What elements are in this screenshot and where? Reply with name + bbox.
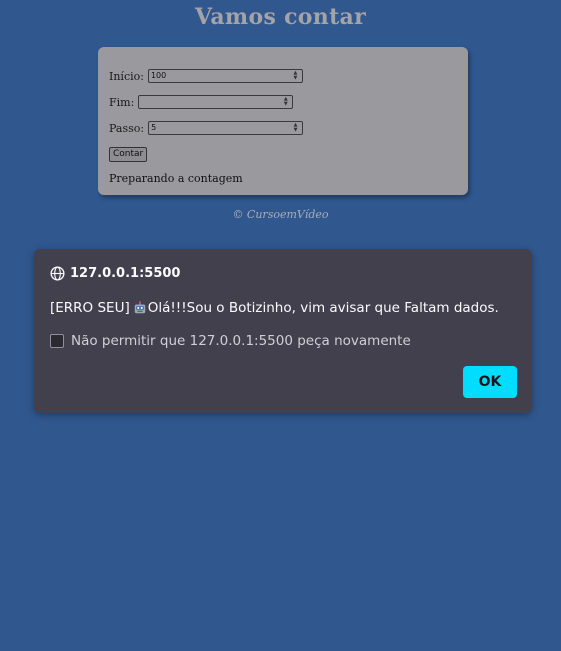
passo-input[interactable]: 5 ▲ ▼	[148, 121, 304, 135]
page-title: Vamos contar	[195, 4, 366, 30]
robot-icon	[134, 301, 145, 314]
dialog-message: [ERRO SEU] Olá!!!Sou o Botizinho, vim av…	[50, 300, 499, 316]
suppress-checkbox-label: Não permitir que 127.0.0.1:5500 peça nov…	[71, 333, 411, 349]
alert-dialog: 127.0.0.1:5500 [ERRO SEU] Olá!!!Sou o Bo…	[34, 249, 532, 413]
dialog-origin: 127.0.0.1:5500	[50, 266, 180, 281]
dialog-message-prefix: [ERRO SEU]	[50, 300, 130, 316]
passo-spinner[interactable]: ▲ ▼	[291, 123, 300, 133]
passo-row: Passo: 5 ▲ ▼	[109, 121, 304, 135]
inicio-spinner[interactable]: ▲ ▼	[291, 71, 300, 81]
contar-button[interactable]: Contar	[109, 147, 148, 162]
globe-icon	[50, 266, 65, 281]
fim-input[interactable]: ▲ ▼	[138, 95, 294, 109]
ok-button[interactable]: OK	[463, 366, 517, 398]
inicio-row: Início: 100 ▲ ▼	[109, 69, 303, 83]
footer-credit: © CursoemVídeo	[232, 208, 329, 221]
status-text: Preparando a contagem	[109, 172, 243, 185]
spin-down-icon: ▼	[283, 101, 288, 107]
dialog-origin-text: 127.0.0.1:5500	[70, 266, 181, 281]
counter-form-card: Início: 100 ▲ ▼ Fim: ▲ ▼ Passo: 5 ▲ ▼ Conta…	[98, 47, 468, 195]
spin-down-icon: ▼	[293, 127, 298, 133]
fim-label: Fim:	[109, 95, 135, 109]
fim-row: Fim: ▲ ▼	[109, 95, 294, 109]
passo-value: 5	[151, 123, 157, 132]
inicio-label: Início:	[109, 69, 144, 83]
inicio-input[interactable]: 100 ▲ ▼	[147, 69, 303, 83]
spin-down-icon: ▼	[293, 75, 298, 81]
fim-spinner[interactable]: ▲ ▼	[281, 97, 290, 107]
suppress-checkbox[interactable]	[50, 334, 64, 348]
dialog-suppress-option[interactable]: Não permitir que 127.0.0.1:5500 peça nov…	[50, 333, 411, 349]
dialog-message-text: Olá!!!Sou o Botizinho, vim avisar que Fa…	[147, 300, 499, 316]
passo-label: Passo:	[109, 121, 145, 135]
inicio-value: 100	[150, 71, 167, 80]
